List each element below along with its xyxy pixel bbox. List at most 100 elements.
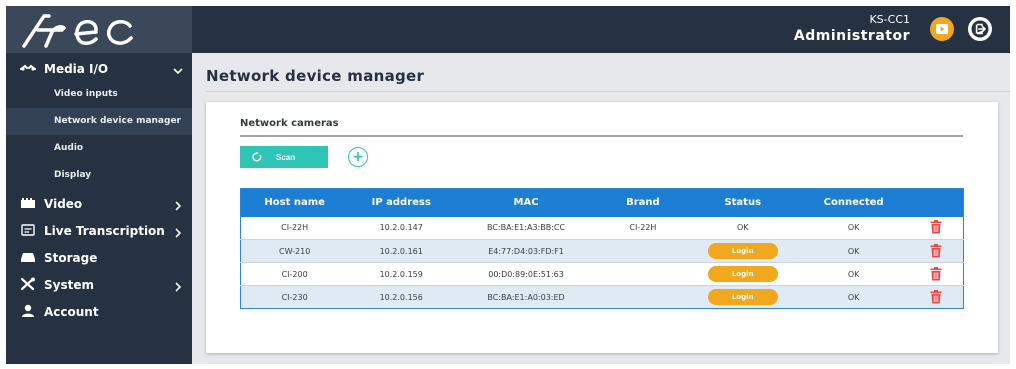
network-cameras-card: Network cameras Scan + Host name IP addr…	[206, 102, 998, 353]
sidebar-item-label: Account	[44, 304, 99, 319]
cell-host-name: CI-230	[240, 285, 349, 309]
trash-icon	[930, 243, 942, 257]
cell-mac: BC:BA:E1:A0:03:ED	[454, 285, 598, 309]
system-tools-icon	[20, 277, 36, 291]
device-name: KS-CC1	[869, 13, 910, 26]
sidebar-item-storage[interactable]: Storage	[6, 244, 192, 271]
cell-host-name: CI-200	[240, 262, 349, 286]
cell-ip-address: 10.2.0.159	[348, 262, 455, 286]
cell-connected: OK	[797, 285, 910, 309]
column-header: Brand	[597, 188, 688, 217]
sidebar-subitem-label: Display	[54, 170, 92, 180]
sidebar-subitem-display[interactable]: Display	[6, 162, 192, 189]
trash-icon	[930, 220, 942, 234]
chevron-down-icon	[172, 62, 184, 81]
sidebar: Media I/O Video inputs Network device ma…	[6, 53, 192, 364]
cell-actions	[909, 216, 964, 240]
delete-button[interactable]	[929, 266, 943, 282]
delete-button[interactable]	[929, 243, 943, 259]
column-header: IP address	[348, 188, 455, 217]
cell-actions	[909, 285, 964, 309]
scan-button[interactable]: Scan	[240, 146, 328, 168]
sidebar-item-video[interactable]: Video	[6, 190, 192, 217]
add-camera-button[interactable]: +	[348, 147, 368, 167]
cell-actions	[909, 239, 964, 263]
sidebar-item-label: Video	[44, 196, 83, 211]
media-io-icon	[20, 61, 36, 75]
top-header: KS-CC1 Administrator	[6, 6, 1010, 53]
cell-brand	[597, 285, 688, 309]
column-header: Host name	[240, 188, 349, 217]
sidebar-subitem-label: Video inputs	[54, 89, 118, 99]
cell-brand: CI-22H	[597, 216, 688, 240]
page-title: Network device manager	[206, 67, 425, 85]
column-header: Status	[687, 188, 798, 217]
cell-mac: BC:BA:E1:A3:BB:CC	[454, 216, 598, 240]
arec-logo	[22, 14, 133, 48]
sidebar-subitem-label: Audio	[54, 143, 84, 153]
cell-brand	[597, 262, 688, 286]
sidebar-subitem-label: Network device manager	[54, 116, 181, 126]
plus-icon: +	[352, 149, 364, 165]
storage-icon	[20, 250, 36, 264]
cell-status: Login	[687, 239, 798, 263]
table-row: CI-230 10.2.0.156 BC:BA:E1:A0:03:ED Logi…	[240, 285, 964, 309]
network-cameras-table: Host name IP address MAC Brand Status Co…	[240, 188, 964, 309]
sidebar-subitem-network-device-manager[interactable]: Network device manager	[6, 108, 192, 135]
transcription-icon	[20, 223, 36, 237]
cell-host-name: CW-210	[240, 239, 349, 263]
cell-brand	[597, 239, 688, 263]
login-button[interactable]: Login	[707, 266, 778, 282]
cell-status: OK	[687, 216, 798, 240]
login-button[interactable]: Login	[707, 243, 778, 259]
account-icon	[20, 304, 36, 318]
cell-status: Login	[687, 285, 798, 309]
cell-ip-address: 10.2.0.156	[348, 285, 455, 309]
refresh-icon	[252, 152, 262, 162]
user-info: KS-CC1 Administrator	[794, 13, 910, 45]
column-header: MAC	[454, 188, 598, 217]
sidebar-item-label: Media I/O	[44, 61, 109, 76]
cell-host-name: CI-22H	[240, 216, 349, 240]
title-divider	[206, 91, 1010, 92]
table-row: CW-210 10.2.0.161 E4:77:D4:03:FD:F1 Logi…	[240, 239, 964, 263]
logout-button[interactable]	[968, 17, 992, 41]
cell-connected: OK	[797, 262, 910, 286]
chevron-right-icon	[172, 197, 184, 216]
cell-mac: 00:D0:89:0E:51:63	[454, 262, 598, 286]
cell-ip-address: 10.2.0.147	[348, 216, 455, 240]
column-header: Connected	[797, 188, 910, 217]
trash-icon	[930, 289, 942, 303]
cell-connected: OK	[797, 216, 910, 240]
sidebar-item-account[interactable]: Account	[6, 298, 192, 325]
trash-icon	[930, 266, 942, 280]
login-button[interactable]: Login	[707, 289, 778, 305]
table-header-row: Host name IP address MAC Brand Status Co…	[240, 188, 964, 217]
logout-icon	[971, 20, 989, 38]
player-button[interactable]	[930, 17, 954, 41]
section-title: Network cameras	[240, 118, 339, 129]
section-divider	[240, 135, 963, 137]
player-icon	[936, 24, 948, 34]
sidebar-item-live-transcription[interactable]: Live Transcription	[6, 217, 192, 244]
cell-connected: OK	[797, 239, 910, 263]
sidebar-subitem-video-inputs[interactable]: Video inputs	[6, 81, 192, 108]
video-icon	[20, 196, 36, 210]
user-role: Administrator	[793, 28, 910, 44]
logo-area	[6, 6, 192, 53]
delete-button[interactable]	[929, 289, 943, 305]
sidebar-item-system[interactable]: System	[6, 271, 192, 298]
app-frame: KS-CC1 Administrator Media I/O Video inp…	[6, 6, 1010, 364]
chevron-right-icon	[172, 278, 184, 297]
column-header-actions	[909, 188, 964, 217]
scan-button-label: Scan	[276, 152, 296, 162]
sidebar-item-label: System	[44, 277, 94, 292]
delete-button[interactable]	[929, 219, 943, 235]
cell-actions	[909, 262, 964, 286]
table-row: CI-200 10.2.0.159 00:D0:89:0E:51:63 Logi…	[240, 262, 964, 286]
sidebar-subitem-audio[interactable]: Audio	[6, 135, 192, 162]
cell-status: Login	[687, 262, 798, 286]
sidebar-item-label: Live Transcription	[44, 223, 165, 238]
cell-ip-address: 10.2.0.161	[348, 239, 455, 263]
sidebar-item-media-io[interactable]: Media I/O	[6, 55, 192, 82]
